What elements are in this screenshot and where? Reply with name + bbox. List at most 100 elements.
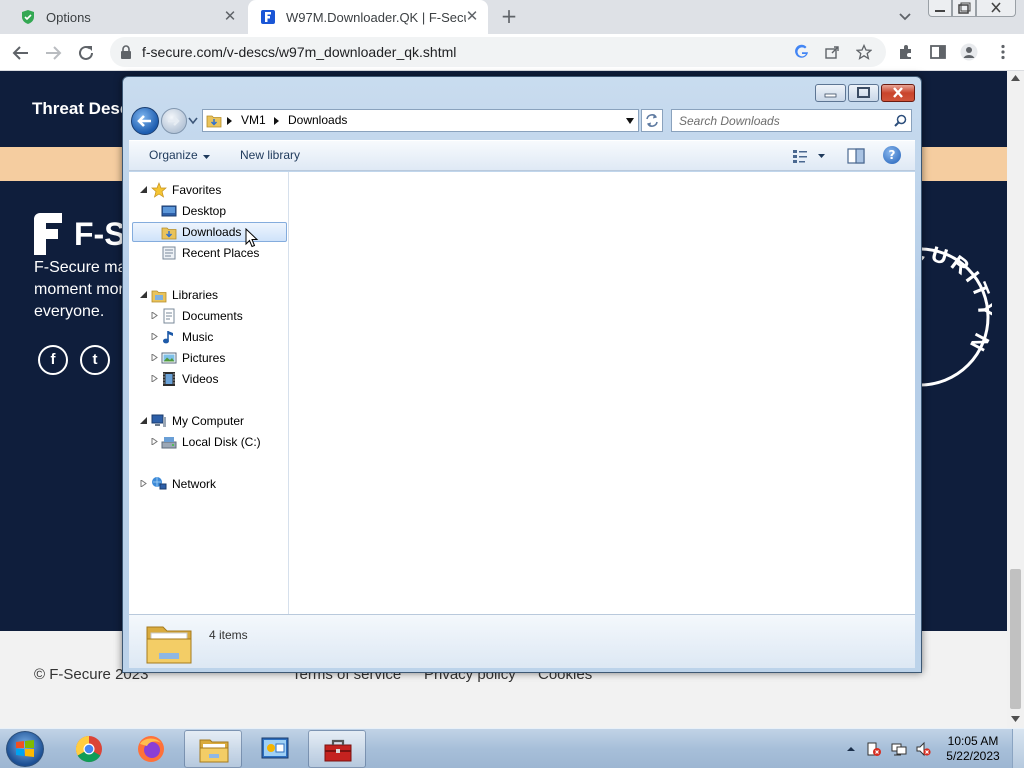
- expand-arrow-icon[interactable]: [151, 333, 158, 340]
- address-bar[interactable]: f-secure.com/v-descs/w97m_downloader_qk.…: [110, 37, 886, 67]
- mouse-cursor-icon: [245, 228, 259, 248]
- tab-fsecure[interactable]: W97M.Downloader.QK | F-Secur ✕: [248, 0, 488, 34]
- forward-button[interactable]: [161, 108, 187, 134]
- maximize-button[interactable]: [952, 0, 976, 17]
- navigation-pane[interactable]: Favorites Desktop Downloads Recent Place…: [129, 172, 289, 614]
- breadcrumb-downloads[interactable]: Downloads: [288, 113, 347, 127]
- site-header-title[interactable]: Threat Desc: [32, 99, 129, 119]
- show-desktop-button[interactable]: [1012, 729, 1024, 768]
- help-icon[interactable]: ?: [883, 146, 901, 164]
- taskbar-firefox[interactable]: [122, 730, 180, 768]
- chevron-down-icon[interactable]: [203, 155, 210, 159]
- twitter-icon[interactable]: t: [80, 345, 110, 375]
- more-menu-icon[interactable]: [994, 43, 1012, 61]
- minimize-button[interactable]: [815, 84, 846, 102]
- nav-documents[interactable]: Documents: [161, 306, 243, 326]
- extensions-puzzle-icon[interactable]: [897, 43, 915, 61]
- nav-local-disk[interactable]: Local Disk (C:): [161, 432, 261, 452]
- close-icon[interactable]: ✕: [222, 9, 238, 25]
- collapse-arrow-icon[interactable]: [140, 186, 147, 193]
- taskbar-control-panel[interactable]: [246, 730, 304, 768]
- url-text[interactable]: f-secure.com/v-descs/w97m_downloader_qk.…: [142, 44, 456, 60]
- new-tab-button[interactable]: +: [498, 5, 520, 27]
- folder-icon: [199, 739, 229, 763]
- tab-options[interactable]: Options ✕: [8, 0, 246, 34]
- close-window-button[interactable]: [976, 0, 1016, 17]
- expand-arrow-icon[interactable]: [151, 354, 158, 361]
- nav-pictures[interactable]: Pictures: [161, 348, 225, 368]
- nav-my-computer[interactable]: My Computer: [151, 411, 244, 431]
- pictures-icon: [161, 352, 177, 364]
- chevron-down-icon[interactable]: [188, 117, 198, 125]
- scroll-up-icon[interactable]: [1011, 75, 1020, 81]
- nav-downloads[interactable]: Downloads: [161, 222, 241, 242]
- lock-icon[interactable]: [120, 45, 132, 59]
- side-panel-icon[interactable]: [929, 43, 947, 61]
- firefox-icon: [138, 736, 164, 762]
- close-icon: [893, 87, 903, 98]
- back-arrow-icon[interactable]: [10, 42, 32, 64]
- collapse-arrow-icon[interactable]: [140, 291, 147, 298]
- nav-desktop[interactable]: Desktop: [161, 201, 226, 221]
- breadcrumb-arrow-icon[interactable]: [274, 117, 279, 125]
- scroll-thumb[interactable]: [1010, 569, 1021, 709]
- search-input[interactable]: Search Downloads: [671, 109, 912, 132]
- nav-libraries[interactable]: Libraries: [151, 285, 218, 305]
- search-placeholder[interactable]: Search Downloads: [679, 114, 780, 128]
- profile-avatar-icon[interactable]: [960, 43, 978, 61]
- expand-arrow-icon[interactable]: [140, 480, 147, 487]
- close-icon[interactable]: ✕: [464, 9, 480, 25]
- nav-label: Videos: [182, 372, 219, 386]
- collapse-arrow-icon[interactable]: [140, 417, 147, 424]
- google-icon[interactable]: [794, 44, 810, 60]
- nav-network[interactable]: Network: [151, 474, 216, 494]
- command-bar: Organize New library ?: [129, 140, 915, 171]
- maximize-icon: [857, 87, 870, 98]
- nav-label: My Computer: [172, 414, 245, 428]
- dropdown-arrow-icon[interactable]: [626, 118, 634, 124]
- logo-text: F-S: [74, 215, 126, 252]
- preview-pane-icon[interactable]: [847, 147, 865, 165]
- nav-favorites[interactable]: Favorites: [151, 180, 221, 200]
- volume-muted-icon[interactable]: [915, 741, 931, 757]
- network-status-icon[interactable]: [891, 741, 907, 757]
- tray-clock[interactable]: 10:05 AM 5/22/2023: [938, 734, 1008, 764]
- reload-icon[interactable]: [75, 42, 97, 64]
- explorer-address-bar[interactable]: VM1 Downloads: [202, 109, 639, 132]
- facebook-icon[interactable]: f: [38, 345, 68, 375]
- search-icon[interactable]: [894, 114, 907, 127]
- nav-videos[interactable]: Videos: [161, 369, 218, 389]
- taskbar-chrome[interactable]: [60, 730, 118, 768]
- expand-arrow-icon[interactable]: [151, 438, 158, 445]
- back-button[interactable]: [131, 107, 159, 135]
- forward-arrow-icon[interactable]: [42, 42, 64, 64]
- star-icon[interactable]: [856, 44, 872, 60]
- action-center-icon[interactable]: [866, 741, 882, 757]
- new-library-button[interactable]: New library: [240, 148, 300, 162]
- file-list-pane[interactable]: [290, 172, 915, 614]
- maximize-button[interactable]: [848, 84, 879, 102]
- page-scrollbar[interactable]: [1007, 71, 1024, 728]
- chevron-down-icon[interactable]: [896, 8, 914, 26]
- organize-button[interactable]: Organize: [149, 148, 198, 162]
- expand-arrow-icon[interactable]: [151, 312, 158, 319]
- breadcrumb-arrow-icon[interactable]: [227, 117, 232, 125]
- tab-title: W97M.Downloader.QK | F-Secur: [286, 9, 466, 25]
- documents-icon: [163, 308, 175, 324]
- change-view-icon[interactable]: [791, 147, 829, 165]
- start-button[interactable]: [6, 731, 44, 767]
- refresh-button[interactable]: [641, 109, 663, 132]
- expand-arrow-icon[interactable]: [151, 375, 158, 382]
- close-window-button[interactable]: [881, 84, 915, 102]
- nav-music[interactable]: Music: [161, 327, 213, 347]
- fsecure-logo[interactable]: F-S: [34, 213, 126, 255]
- nav-label: Local Disk (C:): [182, 435, 261, 449]
- breadcrumb-vm1[interactable]: VM1: [241, 113, 266, 127]
- show-hidden-icons-icon[interactable]: [843, 741, 859, 757]
- scroll-down-icon[interactable]: [1011, 716, 1020, 722]
- taskbar-explorer[interactable]: [184, 730, 242, 768]
- minimize-button[interactable]: [928, 0, 952, 17]
- computer-icon: [151, 414, 166, 427]
- taskbar-toolbox-app[interactable]: [308, 730, 366, 768]
- share-icon[interactable]: [824, 44, 840, 60]
